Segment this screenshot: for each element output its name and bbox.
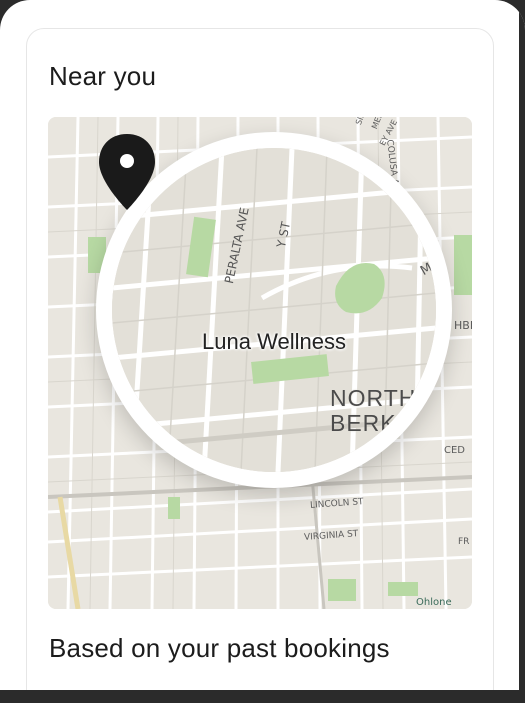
map-magnifier-inner: PERALTA AVE Y ST MO NORTH BERKELEY <box>112 148 436 472</box>
near-you-card: Near you LINCOLN ST VIRGINIA ST CED FR E… <box>26 28 494 690</box>
app-screen: Near you LINCOLN ST VIRGINIA ST CED FR E… <box>0 0 525 690</box>
map-pin-icon[interactable] <box>96 132 158 212</box>
screen-edge <box>519 0 525 690</box>
section-title-near-you: Near you <box>49 61 157 91</box>
section-title-past-bookings: Based on your past bookings <box>49 633 390 663</box>
district-label: NORTH BERKELEY <box>330 385 436 437</box>
map-magnifier: PERALTA AVE Y ST MO NORTH BERKELEY Luna … <box>96 132 452 488</box>
district-label-line2: BERKELEY <box>330 410 436 437</box>
street-label-ced: CED <box>444 445 466 456</box>
district-label-line1: NORTH <box>330 385 417 411</box>
map-view[interactable]: LINCOLN ST VIRGINIA ST CED FR COLUSA AVE… <box>48 117 472 609</box>
place-name-label[interactable]: Luna Wellness <box>96 329 452 355</box>
street-label-hbi: HBI <box>454 319 472 332</box>
street-label-fr: FR <box>458 537 470 547</box>
map-credit: Ohlone <box>416 597 452 608</box>
